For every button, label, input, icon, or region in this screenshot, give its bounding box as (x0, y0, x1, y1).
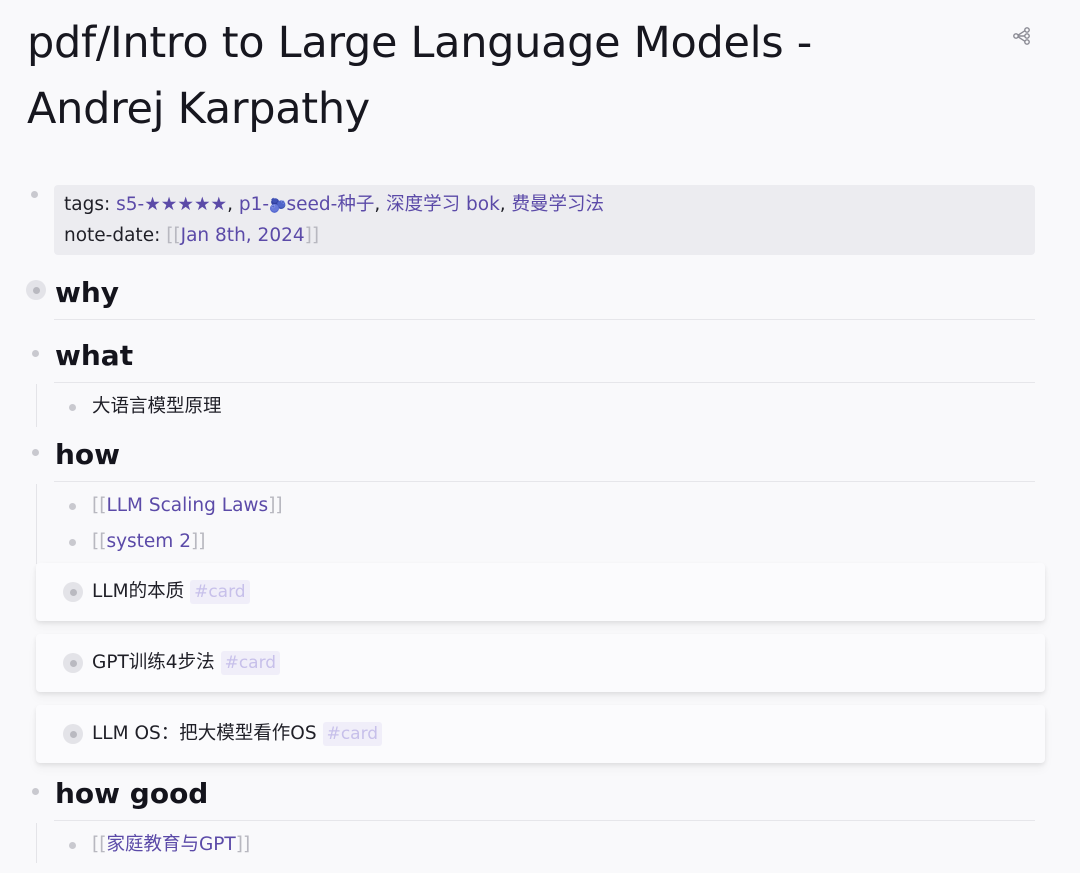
collapsed-bullet[interactable] (63, 724, 83, 744)
block-bullet[interactable] (69, 503, 76, 510)
block-bullet[interactable] (32, 449, 39, 456)
page-reference[interactable]: [[system 2]] (92, 529, 205, 555)
collapsed-bullet[interactable] (26, 280, 46, 300)
block-bullet[interactable] (32, 788, 39, 795)
card-tag[interactable]: #card (190, 580, 250, 604)
heading-how[interactable]: how (55, 437, 120, 473)
divider (54, 319, 1035, 320)
graph-view-button[interactable] (1010, 24, 1034, 48)
note-date-key: note-date: (64, 225, 161, 246)
page-link[interactable]: 家庭教育与GPT (106, 834, 235, 855)
divider (54, 481, 1035, 482)
bracket-open: [[ (92, 531, 107, 552)
page-title[interactable]: pdf/Intro to Large Language Models - And… (27, 10, 927, 142)
tag-link[interactable]: p1- (239, 194, 269, 215)
card-text: LLM OS：把大模型看作OS #card (92, 721, 383, 747)
children-guide-line (36, 823, 37, 863)
bracket-close: ]] (304, 225, 320, 246)
heading-what[interactable]: what (55, 338, 133, 374)
tag-separator: , (227, 194, 239, 215)
divider (54, 820, 1035, 821)
graph-icon (1013, 27, 1030, 45)
card-text: GPT训练4步法 #card (92, 650, 281, 676)
card-text: LLM的本质 #card (92, 579, 250, 605)
card-block[interactable]: LLM的本质 #card (36, 563, 1045, 621)
block-bullet[interactable] (69, 404, 76, 411)
collapsed-bullet[interactable] (63, 653, 83, 673)
heading-how-good[interactable]: how good (55, 776, 208, 812)
heading-why[interactable]: why (55, 275, 119, 311)
card-title: LLM OS：把大模型看作OS (92, 723, 317, 744)
tag-separator: , (499, 194, 512, 215)
page: pdf/Intro to Large Language Models - And… (0, 0, 1080, 873)
bracket-open: [[ (92, 495, 107, 516)
bracket-open: [[ (92, 834, 107, 855)
block-bullet[interactable] (32, 350, 39, 357)
bracket-open: [[ (166, 225, 181, 246)
divider (54, 382, 1035, 383)
children-guide-line (36, 384, 37, 427)
page-link[interactable]: system 2 (106, 531, 191, 552)
tags-property: tags: s5-★★★★★, p1-🫐seed-种子, 深度学习 bok, 费… (64, 190, 1025, 221)
seed-icon: 🫐 (269, 198, 287, 214)
children-guide-line (36, 484, 37, 564)
bracket-close: ]] (190, 531, 206, 552)
list-item[interactable]: 大语言模型原理 (92, 394, 222, 420)
page-link[interactable]: LLM Scaling Laws (106, 495, 268, 516)
properties-block[interactable]: tags: s5-★★★★★, p1-🫐seed-种子, 深度学习 bok, 费… (54, 185, 1035, 255)
block-bullet[interactable] (31, 191, 38, 198)
bracket-close: ]] (268, 495, 283, 516)
page-reference[interactable]: [[家庭教育与GPT]] (92, 832, 250, 858)
card-title: LLM的本质 (92, 581, 185, 602)
tag-link[interactable]: s5-★★★★★ (116, 194, 227, 215)
collapsed-bullet[interactable] (63, 582, 83, 602)
note-date-link[interactable]: Jan 8th, 2024 (181, 225, 305, 246)
card-tag[interactable]: #card (220, 651, 281, 675)
card-block[interactable]: GPT训练4步法 #card (36, 634, 1045, 692)
tag-link[interactable]: 深度学习 bok (386, 194, 500, 215)
card-title: GPT训练4步法 (92, 652, 215, 673)
block-bullet[interactable] (69, 842, 76, 849)
tag-separator: , (374, 194, 387, 215)
bracket-close: ]] (235, 834, 251, 855)
card-tag[interactable]: #card (322, 722, 383, 746)
page-reference[interactable]: [[LLM Scaling Laws]] (92, 493, 283, 519)
card-block[interactable]: LLM OS：把大模型看作OS #card (36, 705, 1045, 763)
tag-link[interactable]: 费曼学习法 (512, 194, 605, 215)
tags-key: tags: (64, 194, 111, 215)
tag-link[interactable]: seed-种子 (287, 194, 375, 215)
block-bullet[interactable] (69, 539, 76, 546)
note-date-property: note-date: [[Jan 8th, 2024]] (64, 221, 1025, 251)
